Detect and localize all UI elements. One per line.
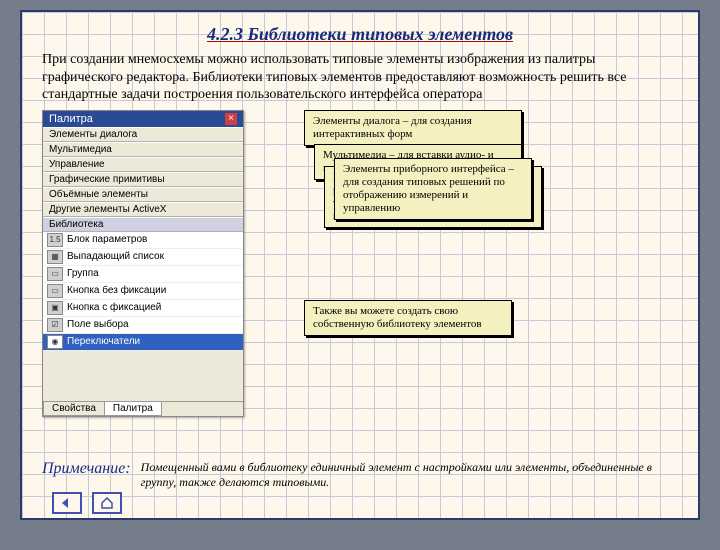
item-list: 1.5Блок параметров ▦Выпадающий список ▭Г… xyxy=(43,232,243,351)
intro-text: При создании мнемосхемы можно использова… xyxy=(42,51,678,104)
panel-spacer xyxy=(43,351,243,401)
callouts-area: Элементы диалога – для создания интеракт… xyxy=(264,110,678,417)
list-item[interactable]: ▦Выпадающий список xyxy=(43,249,243,266)
category-item[interactable]: Мультимедиа xyxy=(43,142,243,157)
palette-title: Палитра xyxy=(49,113,93,125)
callout-dialog: Элементы диалога – для создания интеракт… xyxy=(304,110,522,146)
list-item[interactable]: 1.5Блок параметров xyxy=(43,232,243,249)
note-label: Примечание: xyxy=(42,460,131,478)
list-item[interactable]: ▣Кнопка с фиксацией xyxy=(43,300,243,317)
category-item[interactable]: Элементы диалога xyxy=(43,127,243,142)
item-icon: 1.5 xyxy=(47,233,63,247)
item-icon: ▭ xyxy=(47,267,63,281)
page-title: 4.2.3 Библиотеки типовых элементов xyxy=(42,24,678,45)
palette-titlebar: Палитра × xyxy=(43,111,243,127)
item-icon: ☑ xyxy=(47,318,63,332)
tab-properties[interactable]: Свойства xyxy=(43,402,105,416)
home-button[interactable] xyxy=(92,492,122,514)
category-item[interactable]: Управление xyxy=(43,157,243,172)
list-item[interactable]: ▭Группа xyxy=(43,266,243,283)
category-list: Элементы диалога Мультимедиа Управление … xyxy=(43,127,243,232)
palette-panel: Палитра × Элементы диалога Мультимедиа У… xyxy=(42,110,244,417)
list-item[interactable]: ☑Поле выбора xyxy=(43,317,243,334)
note-row: Примечание: Помещенный вами в библиотеку… xyxy=(42,460,678,490)
category-item[interactable]: Библиотека xyxy=(43,217,243,232)
nav-buttons xyxy=(52,492,122,514)
page: 4.2.3 Библиотеки типовых элементов При с… xyxy=(20,10,700,520)
callout-ownlib: Также вы можете создать свою собственную… xyxy=(304,300,512,336)
palette-tabs: Свойства Палитра xyxy=(43,401,243,416)
callout-instruments: Элементы приборного интерфейса – для соз… xyxy=(334,158,532,221)
note-text: Помещенный вами в библиотеку единичный э… xyxy=(141,460,678,490)
tab-palette[interactable]: Палитра xyxy=(104,402,162,416)
arrow-left-icon xyxy=(60,497,74,509)
item-icon: ▦ xyxy=(47,250,63,264)
back-button[interactable] xyxy=(52,492,82,514)
list-item[interactable]: ▭Кнопка без фиксации xyxy=(43,283,243,300)
item-icon: ▭ xyxy=(47,284,63,298)
category-item[interactable]: Графические примитивы xyxy=(43,172,243,187)
item-icon: ▣ xyxy=(47,301,63,315)
home-icon xyxy=(100,497,114,509)
category-item[interactable]: Объёмные элементы xyxy=(43,187,243,202)
item-icon: ◉ xyxy=(47,335,63,349)
category-item[interactable]: Другие элементы ActiveX xyxy=(43,202,243,217)
body: Палитра × Элементы диалога Мультимедиа У… xyxy=(42,110,678,417)
close-icon[interactable]: × xyxy=(225,113,237,125)
list-item[interactable]: ◉Переключатели xyxy=(43,334,243,351)
